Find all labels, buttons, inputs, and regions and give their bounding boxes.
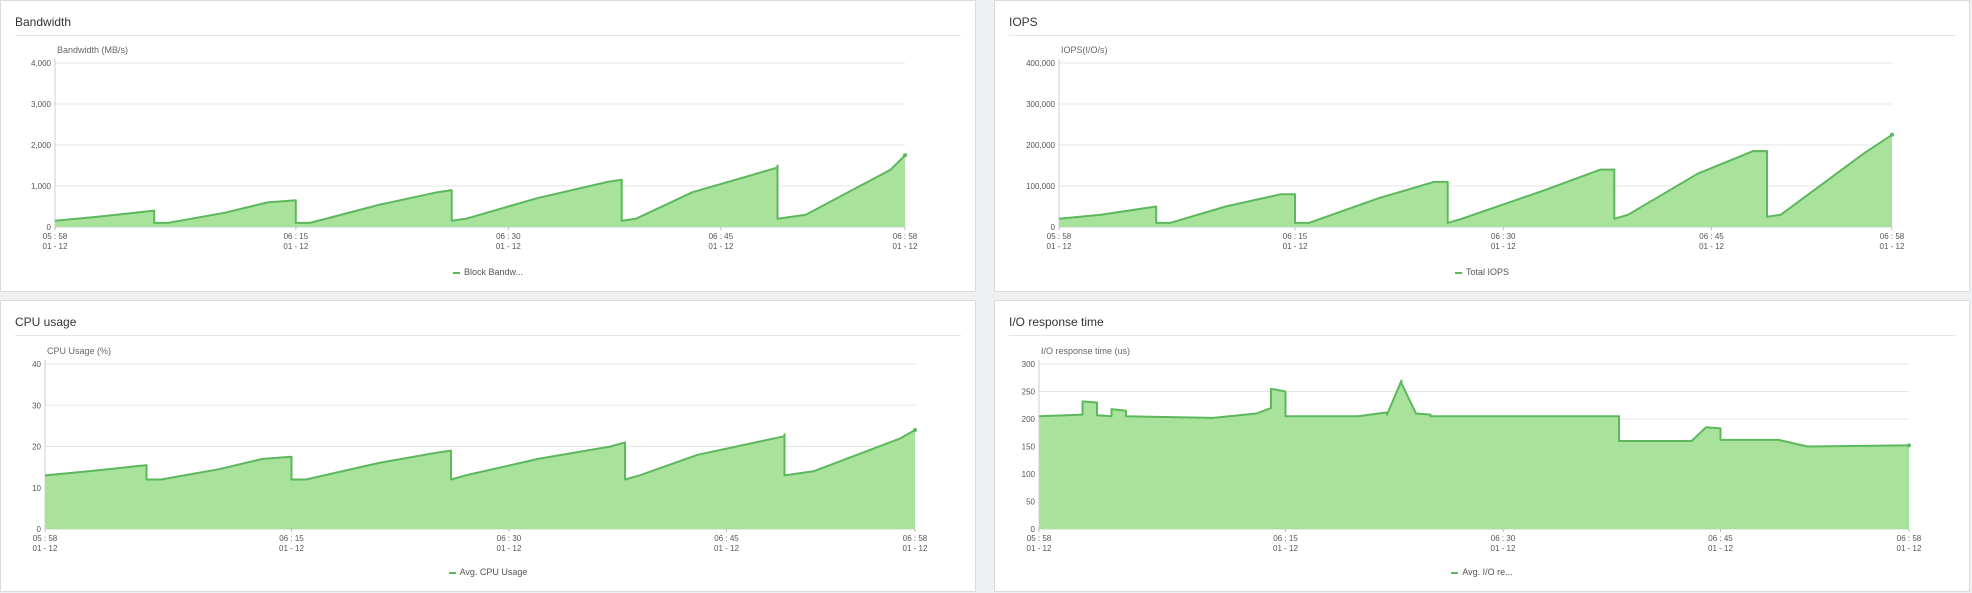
x-tick-date-label: 01 - 12: [279, 544, 304, 553]
x-tick-time-label: 06 : 45: [714, 534, 739, 543]
y-tick-label: 200: [1022, 415, 1036, 424]
x-tick-date-label: 01 - 12: [1273, 544, 1298, 553]
x-tick-time-label: 06 : 15: [1283, 232, 1308, 241]
x-tick-date-label: 01 - 12: [1491, 242, 1516, 251]
x-tick-time-label: 06 : 30: [1491, 534, 1516, 543]
x-tick-date-label: 01 - 12: [1027, 544, 1052, 553]
y-tick-label: 150: [1022, 443, 1036, 452]
y-tick-label: 0: [47, 223, 52, 232]
x-tick-date-label: 01 - 12: [714, 544, 739, 553]
x-tick-time-label: 05 : 58: [33, 534, 58, 543]
series-endpoint: [903, 153, 907, 158]
y-tick-label: 400,000: [1026, 59, 1055, 68]
x-tick-date-label: 01 - 12: [1047, 242, 1072, 251]
y-tick-label: 0: [37, 525, 42, 534]
x-tick-time-label: 06 : 30: [496, 232, 521, 241]
legend-swatch: [452, 271, 460, 274]
x-tick-time-label: 06 : 30: [1491, 232, 1516, 241]
legend-swatch: [1451, 571, 1459, 574]
x-tick-time-label: 05 : 58: [1047, 232, 1072, 241]
series-endpoint: [1890, 132, 1894, 137]
series-endpoint: [1907, 443, 1911, 448]
y-tick-label: 100,000: [1026, 182, 1055, 191]
x-tick-time-label: 06 : 45: [709, 232, 734, 241]
x-tick-date-label: 01 - 12: [43, 242, 68, 251]
bandwidth-panel: Bandwidth Bandwidth (MB/s) 0 1,000 2,000 3,0…: [0, 0, 976, 292]
y-axis-label: CPU Usage (%): [47, 346, 111, 356]
x-tick-date-label: 01 - 12: [708, 242, 733, 251]
x-tick-date-label: 01 - 12: [1699, 242, 1724, 251]
y-tick-label: 20: [32, 443, 41, 452]
x-tick-date-label: 01 - 12: [1283, 242, 1308, 251]
legend-swatch: [1454, 271, 1462, 274]
y-tick-label: 30: [32, 401, 41, 410]
legend-label: Block Bandw...: [463, 267, 524, 277]
x-tick-time-label: 06 : 15: [1273, 534, 1298, 543]
y-tick-label: 300: [1022, 360, 1036, 369]
x-tick-date-label: 01 - 12: [893, 242, 918, 251]
x-tick-date-label: 01 - 12: [496, 242, 521, 251]
series-area: [1039, 380, 1909, 529]
y-tick-label: 40: [32, 360, 41, 369]
x-tick-date-label: 01 - 12: [283, 242, 308, 251]
x-tick-time-label: 06 : 45: [1699, 232, 1724, 241]
x-tick-date-label: 01 - 12: [1897, 544, 1922, 553]
y-tick-label: 3,000: [31, 100, 52, 109]
y-tick-label: 10: [32, 484, 41, 493]
x-tick-time-label: 06 : 30: [497, 534, 522, 543]
io-response-time-panel: I/O response time I/O response time (us)…: [994, 300, 1970, 592]
y-tick-label: 50: [1026, 498, 1035, 507]
x-tick-date-label: 01 - 12: [33, 544, 58, 553]
chart-legend[interactable]: Block Bandw...: [1, 267, 975, 277]
x-tick-time-label: 06 : 45: [1708, 534, 1733, 543]
iops-panel: IOPS IOPS(I/O/s) 0 100,000 200,000 300,000 40…: [994, 0, 1970, 292]
cpu-usage-chart: CPU Usage (%)01020304005 : 5801 - 1206 :…: [32, 346, 928, 553]
x-tick-date-label: 01 - 12: [1880, 242, 1905, 251]
x-tick-date-label: 01 - 12: [903, 544, 928, 553]
y-tick-label: 200,000: [1026, 141, 1055, 150]
x-tick-time-label: 06 : 15: [279, 534, 304, 543]
series-line: [44, 429, 916, 481]
series-endpoint: [913, 428, 917, 432]
y-tick-label: 1,000: [31, 182, 52, 191]
legend-label: Avg. CPU Usage: [459, 567, 528, 577]
x-tick-time-label: 05 : 58: [1027, 534, 1052, 543]
y-axis-label: Bandwidth (MB/s): [57, 45, 128, 55]
y-tick-label: 4,000: [31, 59, 52, 68]
chart-legend[interactable]: Avg. CPU Usage: [1, 567, 975, 577]
y-tick-label: 2,000: [31, 141, 52, 150]
x-tick-date-label: 01 - 12: [497, 544, 522, 553]
y-tick-label: 0: [1031, 525, 1036, 534]
x-tick-time-label: 06 : 58: [1880, 232, 1905, 241]
y-axis-label: I/O response time (us): [1041, 346, 1130, 356]
io-response-time-chart: I/O response time (us) 0 50 100 150 200 250 300…: [1022, 346, 1922, 553]
x-tick-time-label: 06 : 15: [284, 232, 309, 241]
y-tick-label: 300,000: [1026, 100, 1055, 109]
y-tick-label: 250: [1022, 388, 1036, 397]
x-tick-date-label: 01 - 12: [1491, 544, 1516, 553]
legend-label: Avg. I/O re...: [1462, 567, 1513, 577]
cpu-usage-panel: CPU usage CPU Usage (%) 0 10 20 30 40 05 : 58 0…: [0, 300, 976, 592]
legend-label: Total IOPS: [1465, 267, 1510, 277]
iops-chart: IOPS(I/O/s) 0 100,000 200,000 300,000 400,000…: [1026, 45, 1905, 251]
legend-swatch: [448, 571, 456, 574]
series-line: [1058, 133, 1893, 224]
chart-legend[interactable]: Avg. I/O re...: [995, 567, 1969, 577]
series-line: [54, 154, 906, 224]
bandwidth-chart: Bandwidth (MB/s) 0 1,000 2,000 3,000 4,000 05 …: [31, 45, 918, 251]
y-tick-label: 100: [1022, 470, 1036, 479]
x-tick-time-label: 06 : 58: [1897, 534, 1922, 543]
x-tick-time-label: 06 : 58: [903, 534, 928, 543]
y-tick-label: 0: [1051, 223, 1056, 232]
x-tick-date-label: 01 - 12: [1708, 544, 1733, 553]
x-tick-time-label: 05 : 58: [43, 232, 68, 241]
x-tick-time-label: 06 : 58: [893, 232, 918, 241]
chart-legend[interactable]: Total IOPS: [995, 267, 1969, 277]
y-axis-label: IOPS(I/O/s): [1061, 45, 1108, 55]
